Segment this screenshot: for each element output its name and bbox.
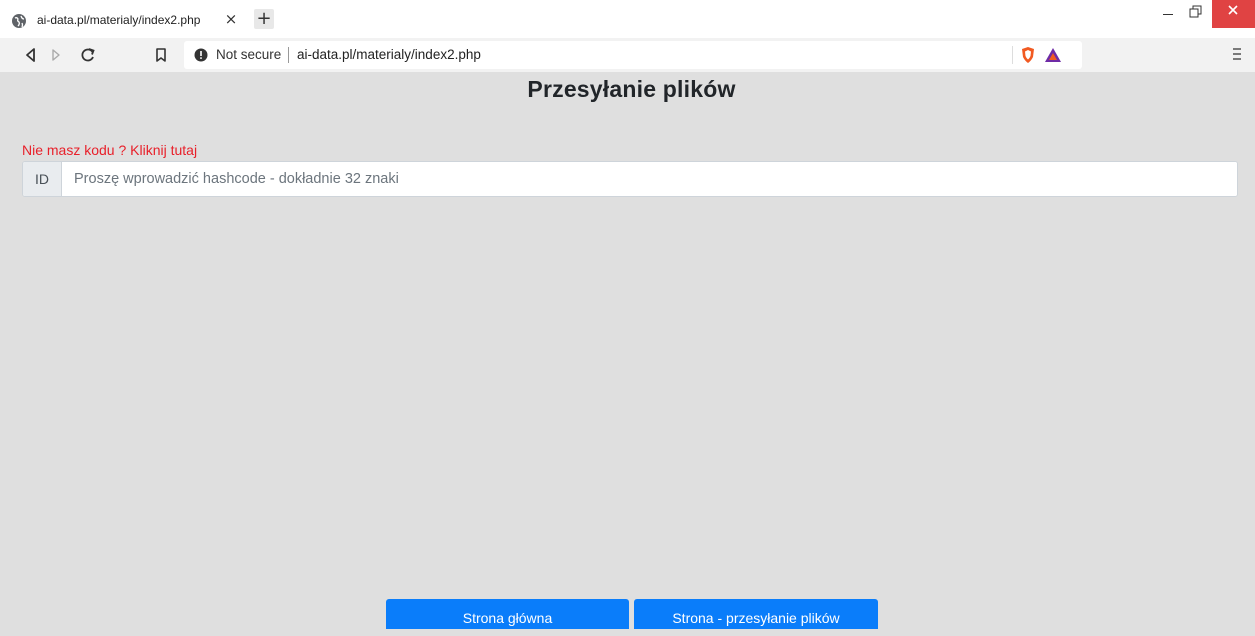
page-content: Przesyłanie plików Nie masz kodu ? Klikn… [8,72,1255,629]
new-tab-button[interactable]: + [254,9,274,29]
address-bar[interactable]: Not secure ai-data.pl/materialy/index2.p… [184,41,1082,69]
brave-shield-icon[interactable] [1020,46,1036,64]
hashcode-input[interactable] [62,162,1237,196]
globe-icon [12,14,26,28]
url-text[interactable]: ai-data.pl/materialy/index2.php [297,47,481,62]
reload-icon[interactable] [77,44,99,66]
security-status[interactable]: Not secure [216,47,281,62]
restore-icon [1189,5,1202,18]
tab-title: ai-data.pl/materialy/index2.php [37,13,201,27]
navigation-bar: Not secure ai-data.pl/materialy/index2.p… [0,38,1255,72]
upload-page-button[interactable]: Strona - przesyłanie plików [634,599,878,629]
no-code-link[interactable]: Nie masz kodu ? Kliknij tutaj [22,142,197,158]
close-icon [1228,5,1238,15]
minimize-window-button[interactable] [1157,0,1179,28]
extension-separator [1012,46,1013,64]
browser-chrome: ai-data.pl/materialy/index2.php × + Not … [0,0,1255,72]
bookmark-icon[interactable] [150,44,172,66]
address-separator [288,47,289,63]
close-window-button[interactable] [1212,0,1255,28]
page-title: Przesyłanie plików [527,76,736,102]
warning-icon[interactable] [194,48,208,62]
brave-rewards-icon[interactable] [1044,47,1062,63]
back-icon[interactable] [20,44,42,66]
browser-tab[interactable]: ai-data.pl/materialy/index2.php × [0,4,245,38]
home-page-button[interactable]: Strona główna [386,599,629,629]
tab-bar: ai-data.pl/materialy/index2.php × + [0,0,1255,38]
forward-icon[interactable] [45,44,67,66]
maximize-window-button[interactable] [1184,0,1208,28]
menu-icon[interactable] [1229,46,1245,62]
id-addon-label: ID [23,162,62,196]
hashcode-input-group: ID [22,161,1238,197]
close-tab-icon[interactable]: × [222,10,240,28]
